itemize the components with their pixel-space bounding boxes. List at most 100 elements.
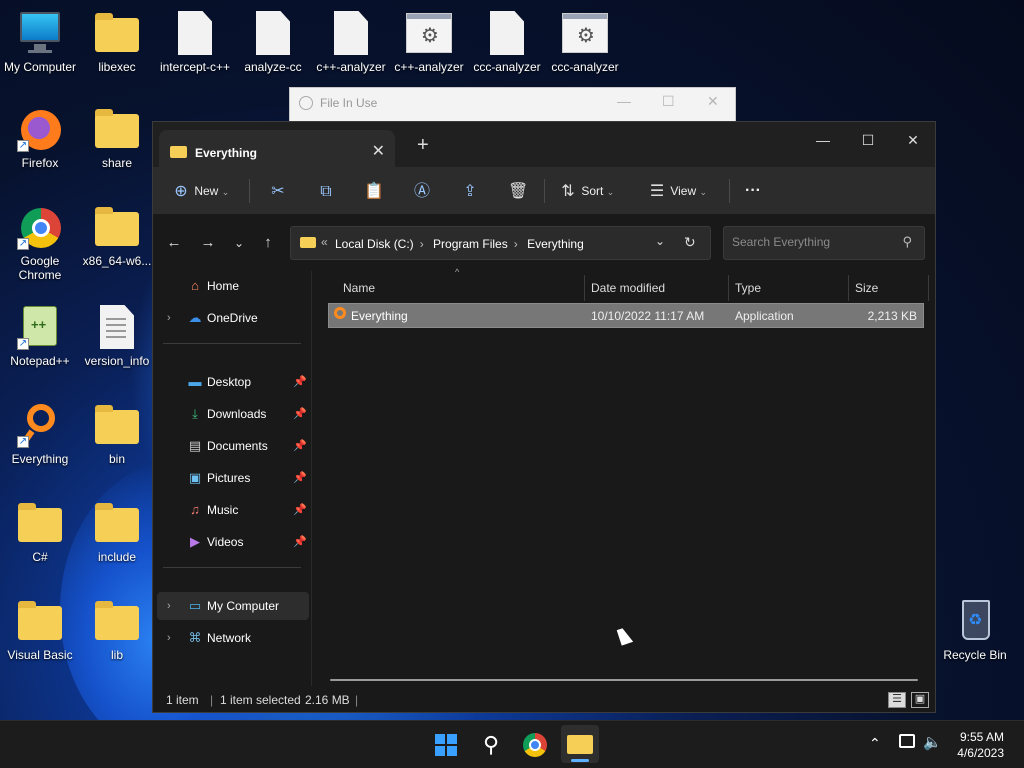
breadcrumb-local-disk[interactable]: Local Disk (C:) [335, 237, 414, 251]
column-divider[interactable] [728, 275, 729, 301]
column-header-name[interactable]: Name [343, 275, 375, 301]
close-button[interactable]: ✕ [890, 126, 936, 154]
desktop-icon-include[interactable]: include [77, 500, 157, 564]
start-button[interactable] [430, 729, 462, 761]
column-header-date-modified[interactable]: Date modified [591, 275, 665, 301]
desktop-icon-share[interactable]: share [77, 106, 157, 170]
desktop-icon-libexec[interactable]: libexec [77, 10, 157, 74]
desktop-icon-my-computer[interactable]: My Computer [0, 10, 80, 74]
document-icon: ▤ [188, 438, 202, 453]
sidebar-item-documents[interactable]: ▤ Documents 📌 [157, 432, 309, 460]
sidebar-item-pictures[interactable]: ▣ Pictures 📌 [157, 464, 309, 492]
sort-up-icon: ^ [455, 267, 460, 277]
new-tab-button[interactable]: + [417, 134, 429, 157]
sidebar-item-downloads[interactable]: ⤓ Downloads 📌 [157, 400, 309, 428]
copy-button[interactable]: ⧉ [316, 179, 336, 203]
breadcrumb-program-files[interactable]: Program Files [433, 237, 508, 251]
maximize-button[interactable]: ☐ [845, 126, 891, 154]
refresh-icon[interactable]: ↻ [684, 234, 696, 251]
up-arrow-icon[interactable]: ↑ [254, 229, 282, 257]
back-arrow-icon[interactable]: ← [160, 229, 188, 257]
forward-arrow-icon[interactable]: → [194, 229, 222, 257]
tiles-view-icon[interactable]: ▣ [911, 692, 929, 708]
desktop-icon-analyze-cc[interactable]: analyze-cc [233, 10, 313, 74]
sidebar-item-videos[interactable]: ▶ Videos 📌 [157, 528, 309, 556]
maximize-icon[interactable]: ☐ [662, 93, 675, 110]
desktop-icon-cpp-analyzer[interactable]: c++-analyzer [311, 10, 391, 74]
sidebar-item-onedrive[interactable]: › ☁ OneDrive [157, 304, 309, 332]
sidebar-item-home[interactable]: ⌂ Home [157, 272, 309, 300]
file-explorer-window[interactable]: Everything ✕ + — ☐ ✕ ⊕ New ⌄ ✂ ⧉ 📋 Ⓐ ⇪ 🗑… [152, 121, 936, 713]
pin-icon[interactable]: 📌 [293, 432, 307, 460]
close-icon[interactable]: ✕ [707, 93, 719, 110]
minimize-icon[interactable]: — [617, 93, 631, 109]
tab-everything[interactable]: Everything ✕ [159, 130, 395, 168]
desktop-icon-bin[interactable]: bin [77, 402, 157, 466]
network-icon[interactable] [899, 734, 915, 748]
desktop-icon-version-info[interactable]: version_info [77, 304, 157, 368]
breadcrumb-everything[interactable]: Everything [527, 237, 584, 251]
sidebar-item-network[interactable]: › ⌘ Network [157, 624, 309, 652]
tab-close-icon[interactable]: ✕ [372, 141, 385, 161]
desktop-icon-recycle-bin[interactable]: ♻ Recycle Bin [935, 598, 1015, 662]
column-divider[interactable] [928, 275, 929, 301]
horizontal-scrollbar[interactable] [330, 679, 918, 681]
desktop-icon-google-chrome[interactable]: ↗ Google Chrome [0, 204, 80, 282]
desktop-icon-notepad-plus-plus[interactable]: ++ ↗ Notepad++ [0, 304, 80, 368]
more-options-button[interactable]: ··· [745, 179, 761, 203]
column-divider[interactable] [848, 275, 849, 301]
desktop-icon-ccc-analyzer-exe[interactable]: ⚙ ccc-analyzer [545, 10, 625, 74]
pane-splitter[interactable] [311, 271, 312, 686]
folder-icon [94, 10, 140, 56]
cut-button[interactable]: ✂ [268, 179, 288, 203]
desktop-icon-cpp-analyzer-exe[interactable]: ⚙ c++-analyzer [389, 10, 469, 74]
search-input[interactable] [732, 235, 892, 249]
desktop-icon-csharp[interactable]: C# [0, 500, 80, 564]
system-clock[interactable]: 9:55 AM 4/6/2023 [957, 729, 1004, 761]
column-divider[interactable] [584, 275, 585, 301]
speaker-icon[interactable]: 🔈 [923, 733, 942, 751]
pin-icon[interactable]: 📌 [293, 528, 307, 556]
pin-icon[interactable]: 📌 [293, 400, 307, 428]
folder-icon [94, 106, 140, 152]
rename-button[interactable]: Ⓐ [412, 179, 432, 203]
search-box[interactable]: ⚲ [723, 226, 925, 260]
desktop-icon-ccc-analyzer[interactable]: ccc-analyzer [467, 10, 547, 74]
desktop-icon-everything[interactable]: ↗ Everything [0, 402, 80, 466]
firefox-icon: ↗ [17, 106, 63, 152]
share-button[interactable]: ⇪ [460, 179, 480, 203]
desktop-icon-label: Visual Basic [7, 648, 73, 662]
file-size: 2,213 KB [867, 309, 917, 323]
sidebar-item-my-computer[interactable]: › ▭ My Computer [157, 592, 309, 620]
recent-locations-chevron-icon[interactable]: ⌄ [225, 229, 253, 257]
pin-icon[interactable]: 📌 [293, 496, 307, 524]
delete-button[interactable]: 🗑 [508, 179, 528, 203]
new-button[interactable]: ⊕ New ⌄ [171, 179, 229, 203]
desktop-icon-lib[interactable]: lib [77, 598, 157, 662]
sidebar-item-music[interactable]: ♫ Music 📌 [157, 496, 309, 524]
paste-button[interactable]: 📋 [364, 179, 384, 203]
minimize-button[interactable]: — [800, 126, 846, 154]
view-button[interactable]: ☰ View ⌄ [647, 179, 707, 203]
desktop-icon-visual-basic[interactable]: Visual Basic [0, 598, 80, 662]
pin-icon[interactable]: 📌 [293, 368, 307, 396]
title-bar[interactable]: Everything ✕ + — ☐ ✕ [153, 122, 936, 168]
taskbar-chrome[interactable] [519, 729, 551, 761]
search-button[interactable]: ⚲ [475, 729, 507, 761]
taskbar-file-explorer[interactable] [561, 725, 599, 763]
pin-icon[interactable]: 📌 [293, 464, 307, 492]
address-dropdown-icon[interactable]: ⌄ [655, 234, 665, 248]
table-row[interactable]: Everything 10/10/2022 11:17 AM Applicati… [328, 303, 924, 328]
new-label: New [194, 184, 219, 198]
column-header-size[interactable]: Size [855, 275, 878, 301]
details-view-icon[interactable]: ☰ [888, 692, 906, 708]
sort-button[interactable]: ⇅ Sort ⌄ [558, 179, 614, 203]
desktop-icon-x86-64[interactable]: x86_64-w6... [77, 204, 157, 268]
desktop-icon-label: ccc-analyzer [473, 60, 541, 74]
sidebar-item-desktop[interactable]: ▬ Desktop 📌 [157, 368, 309, 396]
address-bar[interactable]: « Local Disk (C:) › Program Files › Everyt… [290, 226, 711, 260]
chevron-up-icon[interactable]: ⌃ [869, 735, 881, 752]
desktop-icon-intercept-cpp[interactable]: intercept-c++ [155, 10, 235, 74]
desktop-icon-firefox[interactable]: ↗ Firefox [0, 106, 80, 170]
column-header-type[interactable]: Type [735, 275, 761, 301]
